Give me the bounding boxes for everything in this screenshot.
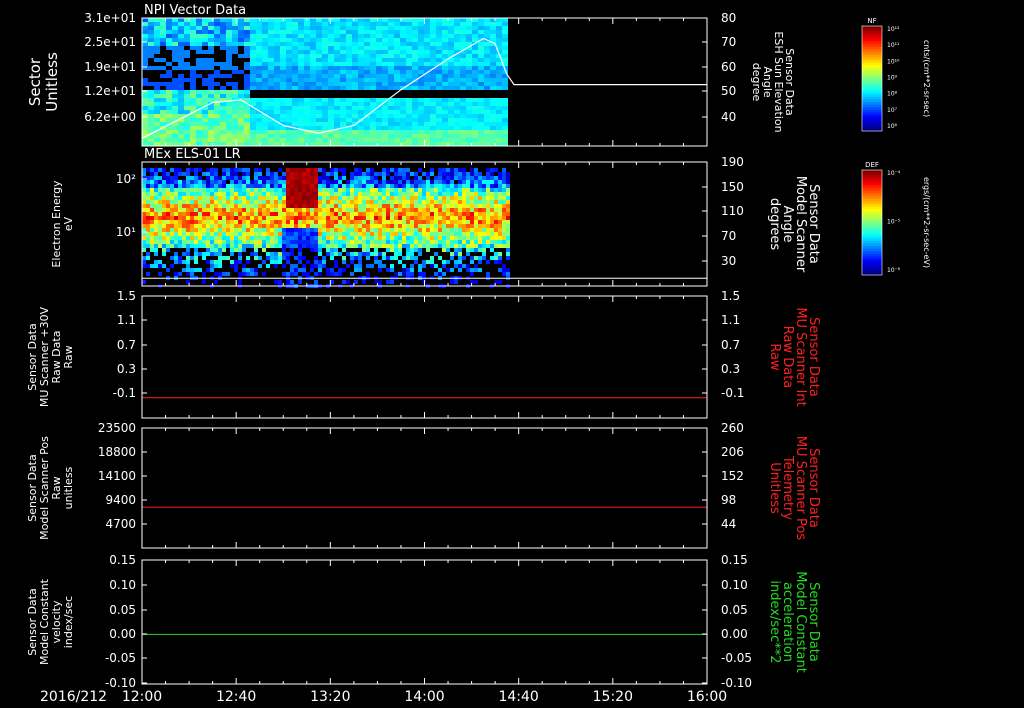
left-tick-label: 23500	[98, 421, 136, 435]
left-tick-label: 0.10	[109, 578, 136, 592]
time-tick-label: 14:40	[498, 689, 538, 705]
left-tick-label: 18800	[98, 445, 136, 459]
left-tick-label: 14100	[98, 469, 136, 483]
right-tick-label: 70	[721, 229, 736, 243]
right-tick-label: 150	[721, 180, 744, 194]
colorbar-label: 10¹¹	[887, 42, 900, 49]
left-tick-label: 0.00	[109, 627, 136, 641]
right-tick-label: 0.7	[721, 338, 740, 352]
left-tick-label: 1.2e+01	[84, 84, 136, 98]
panel-frame	[141, 295, 708, 419]
colorbar-label: 10⁷	[887, 107, 898, 114]
colorbar-unit: cnts/(cm**2-sr-sec)	[922, 40, 931, 117]
colorbar-label: 10⁻⁴	[887, 170, 901, 177]
time-tick-label: 12:40	[216, 689, 256, 705]
right-tick-label: 44	[721, 517, 736, 531]
right-tick-label: -0.10	[721, 676, 752, 690]
left-tick-label: 6.2e+00	[84, 110, 136, 124]
panel-frame	[141, 559, 708, 685]
time-tick-label: 15:20	[593, 689, 633, 705]
colorbar-label: 10¹²	[887, 26, 900, 33]
colorbar-label: 10¹⁰	[887, 58, 900, 65]
left-tick-label: -0.10	[105, 676, 136, 690]
multi-panel-plot: NPI Vector Data 3.1e+01 2.5e+01 1.9e+01 1.2e…	[26, 3, 931, 705]
right-tick-label: 60	[721, 60, 736, 74]
right-tick-label: 0.15	[721, 553, 748, 567]
right-tick-label: 110	[721, 204, 744, 218]
time-tick-label: 13:20	[310, 689, 350, 705]
right-tick-label: 0.3	[721, 362, 740, 376]
left-tick-label: 1.9e+01	[84, 60, 136, 74]
right-tick-label: 40	[721, 110, 736, 124]
right-tick-label: 98	[721, 493, 736, 507]
left-tick-label: 9400	[105, 493, 136, 507]
right-tick-label: 0.05	[721, 603, 748, 617]
right-tick-label: 50	[721, 84, 736, 98]
left-tick-label: 0.7	[117, 338, 136, 352]
left-tick-label: 0.3	[117, 362, 136, 376]
panel-title: MEx ELS-01 LR	[144, 147, 241, 162]
colorbar-unit: ergs/(cm**2-sr-sec-eV)	[922, 177, 931, 268]
left-tick-label: -0.05	[105, 651, 136, 665]
left-tick-label: 1.5	[117, 289, 136, 303]
left-tick-label: 10²	[116, 172, 136, 186]
time-tick-label: 12:00	[122, 689, 162, 705]
right-tick-label: 190	[721, 155, 744, 169]
time-tick-label: 14:00	[404, 689, 444, 705]
left-tick-label: 0.05	[109, 603, 136, 617]
right-tick-label: 1.5	[721, 289, 740, 303]
colorbar-tag: NF	[867, 17, 876, 25]
y2-axis-label: index/sec**2	[767, 580, 782, 663]
colorbar-label: 10⁶	[887, 123, 898, 130]
right-tick-label: 0.00	[721, 627, 748, 641]
y-axis-label: Unitless	[43, 52, 61, 112]
colorbar-label: 10⁻⁶	[887, 267, 901, 274]
left-tick-label: 4700	[105, 517, 136, 531]
npi-spectrogram	[142, 18, 508, 146]
colorbar-tag: DEF	[865, 161, 879, 169]
right-tick-label: 70	[721, 35, 736, 49]
right-tick-label: 80	[721, 11, 736, 25]
right-tick-label: 260	[721, 421, 744, 435]
left-tick-label: -0.1	[113, 386, 136, 400]
y-axis-label: eV	[62, 216, 75, 231]
y2-axis-label: Unitless	[767, 462, 782, 514]
panel-title: NPI Vector Data	[144, 3, 246, 18]
left-tick-label: 0.15	[109, 553, 136, 567]
y2-axis-label: degrees	[767, 198, 782, 251]
panel-frame	[141, 427, 708, 549]
right-tick-label: 30	[721, 254, 736, 268]
els-spectrogram	[142, 168, 510, 288]
y-axis-label: unitless	[62, 466, 75, 509]
right-tick-label: 152	[721, 469, 744, 483]
right-tick-label: 0.10	[721, 578, 748, 592]
colorbar	[861, 169, 883, 276]
y-axis-label: Sector	[26, 57, 44, 106]
colorbar-label: 10⁻⁵	[887, 219, 901, 226]
y-axis-label: Raw	[62, 345, 75, 368]
time-tick-label: 16:00	[687, 689, 727, 705]
date-label: 2016/212	[40, 689, 107, 705]
left-tick-label: 10¹	[116, 225, 136, 239]
right-tick-label: -0.05	[721, 651, 752, 665]
left-tick-label: 1.1	[117, 313, 136, 327]
colorbar-label: 10⁹	[887, 75, 898, 82]
right-tick-label: 206	[721, 445, 744, 459]
right-tick-label: 1.1	[721, 313, 740, 327]
y-axis-label: index/sec	[62, 596, 75, 648]
y2-axis-label: Raw	[767, 343, 782, 371]
left-tick-label: 2.5e+01	[84, 35, 136, 49]
y2-axis-label: degree	[750, 63, 763, 102]
left-tick-label: 3.1e+01	[84, 11, 136, 25]
colorbar	[861, 25, 883, 132]
colorbar-label: 10⁸	[887, 91, 898, 98]
right-tick-label: -0.1	[721, 386, 744, 400]
